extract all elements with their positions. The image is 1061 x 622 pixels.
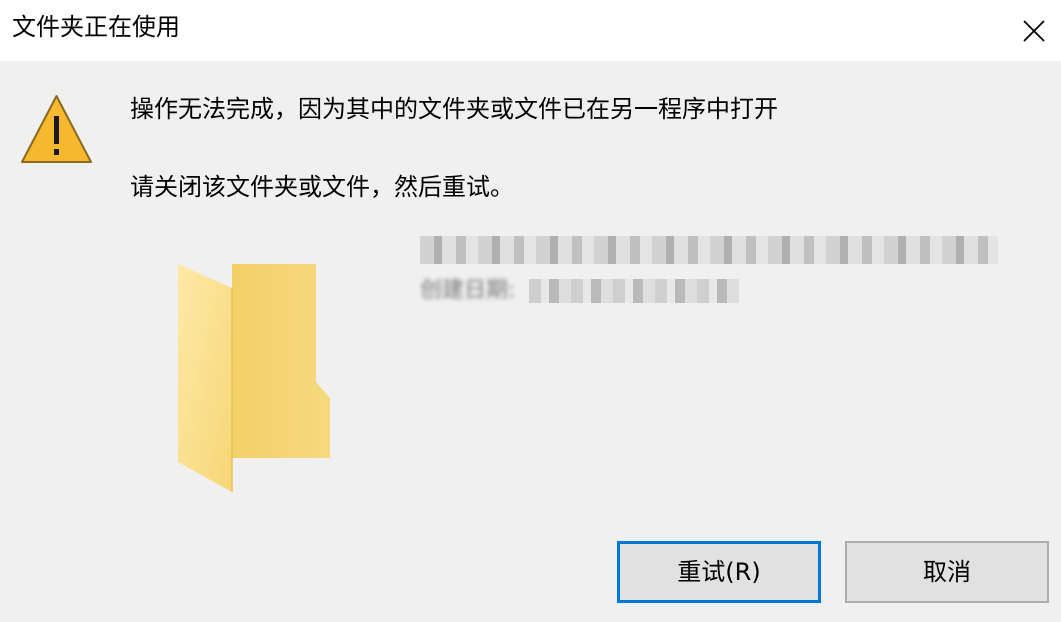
close-icon: [1022, 19, 1045, 42]
created-date-label: 创建日期:: [420, 278, 516, 303]
file-name-redacted: [420, 236, 998, 264]
warning-icon: [21, 95, 92, 163]
window-title: 文件夹正在使用: [12, 13, 180, 41]
title-bar: 文件夹正在使用: [0, 0, 1061, 61]
instruction-message: 请关闭该文件夹或文件，然后重试。: [130, 173, 514, 201]
created-date-row: 创建日期:: [420, 276, 740, 306]
created-date-redacted: [529, 279, 740, 303]
folder-icon: [178, 264, 330, 492]
cancel-button[interactable]: 取消: [845, 541, 1049, 603]
error-message: 操作无法完成，因为其中的文件夹或文件已在另一程序中打开: [130, 95, 778, 123]
retry-button[interactable]: 重试(R): [617, 541, 821, 603]
close-button[interactable]: [1006, 0, 1061, 61]
